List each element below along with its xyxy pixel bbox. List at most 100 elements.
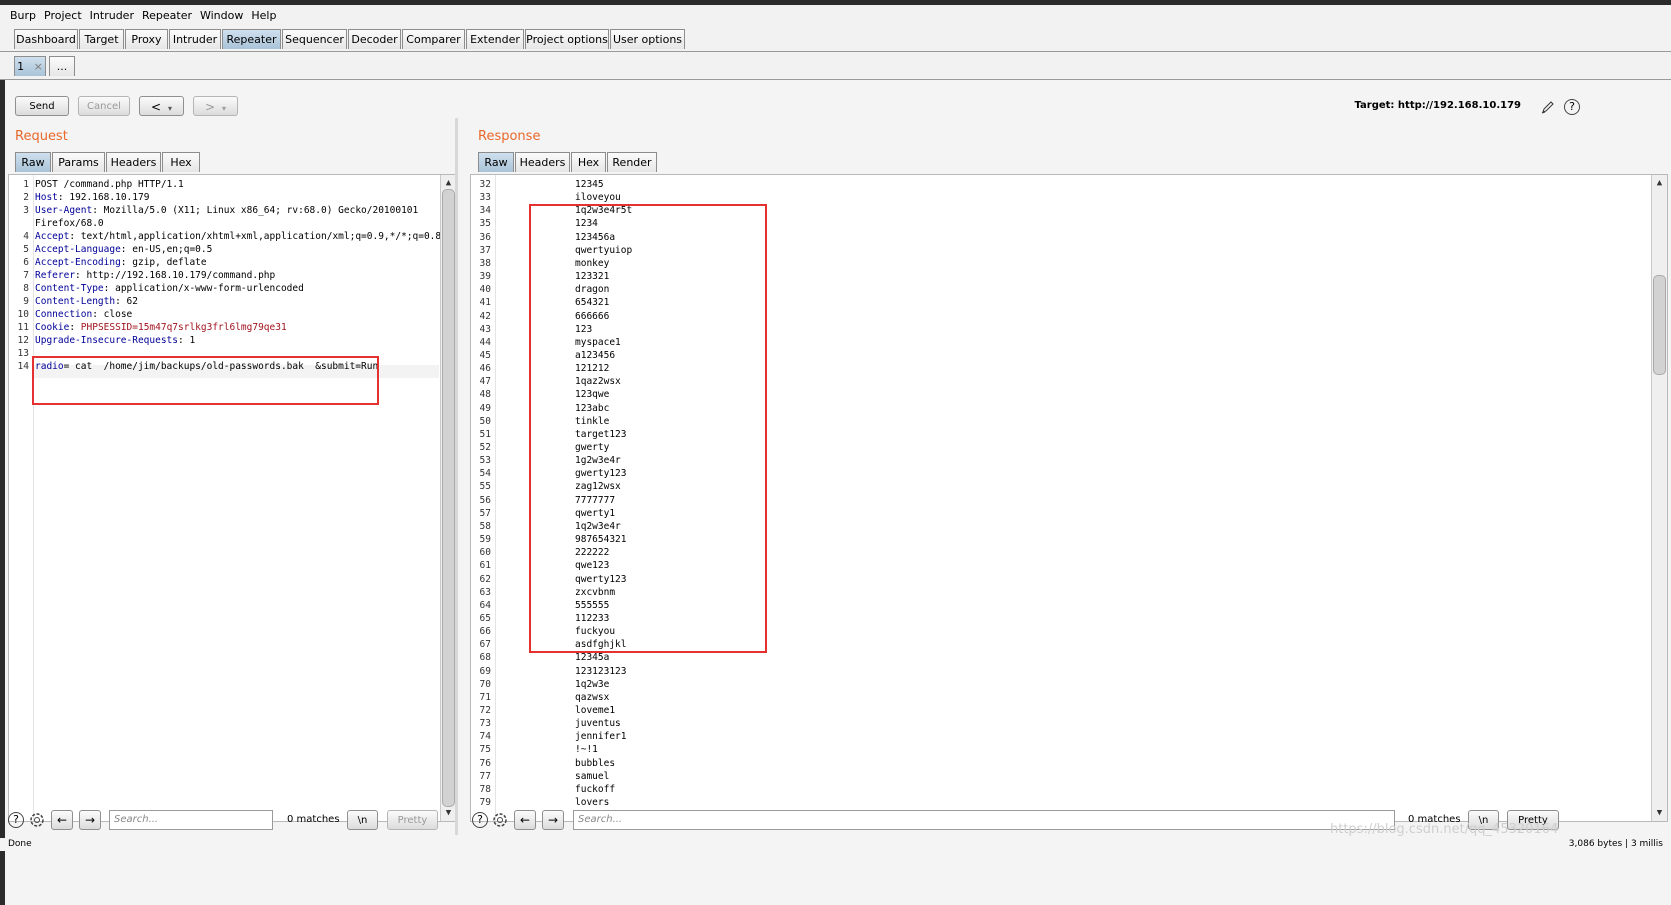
request-pretty-toggle[interactable]: Pretty [387, 810, 438, 830]
split-divider[interactable] [455, 118, 458, 835]
line-number: 73 [479, 718, 491, 730]
line-number: 66 [479, 626, 491, 638]
request-newline-toggle[interactable]: \n [347, 810, 378, 830]
line-text: POST /command.php HTTP/1.1 [35, 179, 184, 190]
line-text: 1 [183, 335, 196, 346]
request-tab-headers[interactable]: Headers [106, 152, 161, 172]
request-tab-params[interactable]: Params [52, 152, 105, 172]
response-scrollbar[interactable]: ▲ ▼ [1651, 175, 1667, 821]
help-icon[interactable]: ? [472, 812, 488, 828]
help-icon[interactable]: ? [1564, 99, 1580, 115]
line-number: 74 [479, 731, 491, 743]
scroll-down-icon[interactable]: ▼ [441, 807, 455, 819]
line-number: 70 [479, 678, 491, 690]
line-text: qazwsx [575, 691, 610, 703]
menu-burp[interactable]: Burp [0, 9, 40, 22]
tab-dashboard[interactable]: Dashboard [14, 29, 78, 49]
line-number: 34 [479, 205, 491, 217]
tab-sequencer[interactable]: Sequencer [282, 29, 347, 49]
tab-target[interactable]: Target [79, 29, 124, 49]
menu-project[interactable]: Project [40, 9, 86, 22]
line-number: 13 [17, 348, 29, 359]
line-number: 14 [17, 361, 29, 372]
line-number: 9 [23, 296, 29, 307]
back-button[interactable]: < ▾ [139, 96, 184, 116]
forward-button[interactable]: > ▾ [193, 96, 238, 116]
line-number: 75 [479, 744, 491, 756]
repeater-tab-1[interactable]: 1 × [14, 56, 46, 76]
tab-intruder[interactable]: Intruder [169, 29, 221, 49]
scroll-thumb[interactable] [442, 189, 455, 807]
line-number: 56 [479, 494, 491, 506]
line-text: text/html,application/xhtml+xml,applicat… [75, 231, 442, 242]
line-text: fuckoff [575, 783, 616, 795]
repeater-tab-label: 1 [17, 60, 25, 73]
arrow-left-icon: ← [56, 813, 68, 827]
line-number: 46 [479, 363, 491, 375]
repeater-new-tab[interactable]: ... [49, 56, 75, 76]
next-match-button[interactable]: → [542, 810, 564, 830]
scroll-thumb[interactable] [1653, 275, 1666, 375]
response-tab-hex[interactable]: Hex [571, 152, 606, 172]
line-number: 52 [479, 442, 491, 453]
header-name: Accept [35, 231, 70, 242]
close-icon[interactable]: × [34, 60, 43, 73]
header-name: User-Agent [35, 205, 93, 216]
line-text: Firefox/68.0 [35, 218, 104, 229]
gear-icon[interactable] [28, 811, 46, 829]
menu-window[interactable]: Window [196, 9, 247, 22]
help-icon[interactable]: ? [8, 812, 24, 828]
scroll-down-icon[interactable]: ▼ [1652, 807, 1667, 819]
response-tab-headers[interactable]: Headers [515, 152, 570, 172]
line-number: 44 [479, 336, 491, 348]
menu-repeater[interactable]: Repeater [138, 9, 196, 22]
previous-match-button[interactable]: ← [514, 810, 536, 830]
tab-user-options[interactable]: User options [610, 29, 685, 49]
scroll-up-icon[interactable]: ▲ [1652, 177, 1667, 189]
send-button[interactable]: Send [15, 96, 69, 116]
next-match-button[interactable]: → [79, 810, 101, 830]
previous-match-button[interactable]: ← [51, 810, 73, 830]
header-name: Host [35, 192, 58, 203]
line-number: 71 [479, 691, 491, 703]
request-title: Request [15, 129, 68, 144]
tab-repeater[interactable]: Repeater [222, 29, 281, 49]
cancel-button[interactable]: Cancel [78, 96, 130, 116]
header-name: Connection [35, 309, 93, 320]
tab-proxy[interactable]: Proxy [125, 29, 168, 49]
arrow-left-icon: ← [519, 813, 531, 827]
line-number: 68 [479, 652, 491, 664]
request-match-count: 0 matches [287, 814, 340, 825]
dropdown-icon[interactable]: ▾ [222, 104, 226, 113]
request-search-input[interactable]: Search... [109, 810, 273, 830]
tab-comparer[interactable]: Comparer [402, 29, 465, 49]
menu-intruder[interactable]: Intruder [86, 9, 138, 22]
line-number: 38 [479, 257, 491, 269]
response-tab-raw[interactable]: Raw [478, 152, 514, 172]
line-number: 58 [479, 520, 491, 532]
request-tab-raw[interactable]: Raw [15, 152, 51, 172]
request-editor[interactable]: 1 POST /command.php HTTP/1.1 2 Host: 192.16… [8, 174, 456, 822]
menu-help[interactable]: Help [247, 9, 280, 22]
header-name: Content-Length [35, 296, 116, 307]
gear-icon[interactable] [491, 811, 509, 829]
header-name: Referer [35, 270, 76, 281]
chevron-left-icon: < [151, 100, 162, 114]
request-scrollbar[interactable]: ▲ ▼ [440, 175, 455, 821]
response-search-input[interactable]: Search... [573, 810, 1395, 830]
line-number: 79 [479, 797, 491, 809]
dropdown-icon[interactable]: ▾ [168, 104, 172, 113]
request-tab-hex[interactable]: Hex [162, 152, 200, 172]
line-number: 76 [479, 757, 491, 769]
line-number: 55 [479, 481, 491, 493]
scroll-up-icon[interactable]: ▲ [441, 177, 455, 189]
tab-project-options[interactable]: Project options [525, 29, 609, 49]
line-number: 3 [23, 205, 29, 216]
line-number: 33 [479, 192, 491, 204]
header-name: Accept-Encoding [35, 257, 121, 268]
tab-extender[interactable]: Extender [466, 29, 524, 49]
line-text: loveme1 [575, 705, 616, 716]
response-tab-render[interactable]: Render [607, 152, 657, 172]
tab-decoder[interactable]: Decoder [348, 29, 401, 49]
edit-target-icon[interactable] [1540, 99, 1556, 115]
